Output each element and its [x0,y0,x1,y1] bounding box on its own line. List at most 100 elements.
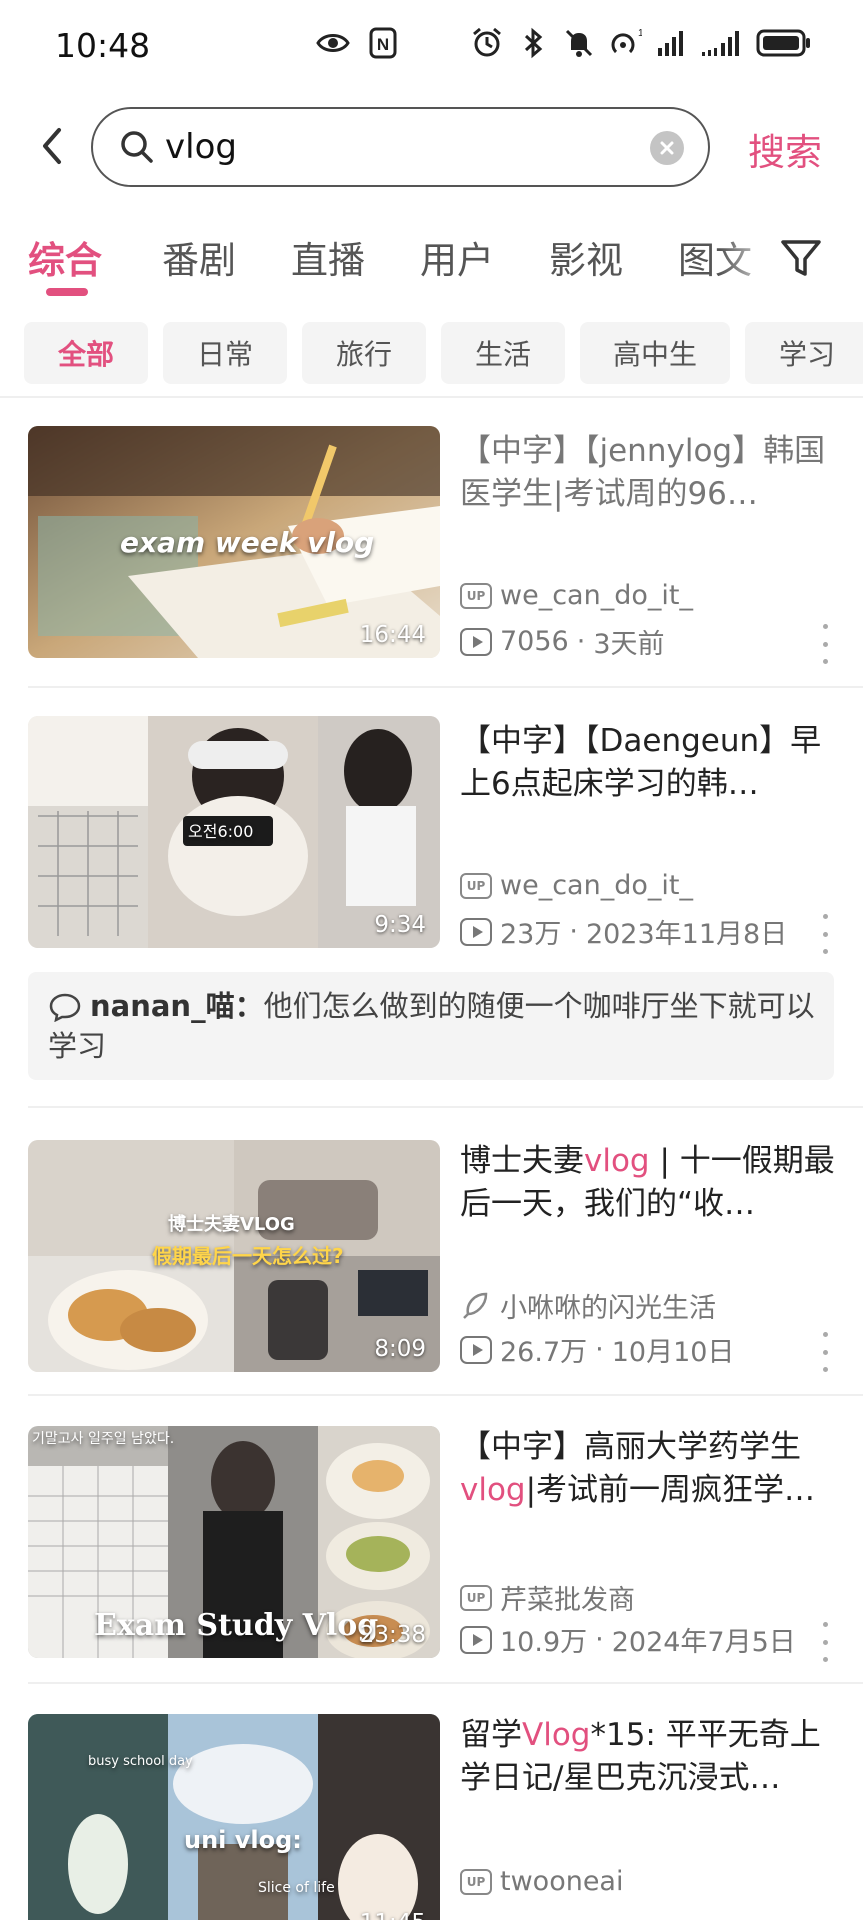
more-options-button[interactable] [818,914,832,954]
author-name: we_can_do_it_ [500,580,693,611]
video-title[interactable]: 博士夫妻vlog | 十一假期最后一天，我们的“收… [460,1140,840,1226]
video-author[interactable]: UP we_can_do_it_ [460,870,693,901]
card-divider [28,1106,863,1108]
title-highlight: Vlog [522,1717,591,1753]
video-stats: 7056 · 3天前 [460,622,665,661]
video-duration: 9:34 [374,912,426,938]
view-count: 23万 [500,919,562,950]
uploader-icon: UP [460,1868,492,1895]
title-prefix: 【中字】高丽大学药学生 [460,1429,801,1465]
view-count: 26.7万 [500,1337,588,1368]
svg-text:1: 1 [638,28,642,39]
thumbnail-caption: 博士夫妻VLOG [168,1214,295,1235]
play-count-icon [460,1335,492,1364]
chip-high-school[interactable]: 高中生 [580,322,730,384]
battery-icon [756,26,812,60]
hot-comment[interactable]: nanan_喵：他们怎么做到的随便一个咖啡厅坐下就可以学习 [28,972,834,1080]
title-prefix: 留学 [460,1717,522,1753]
author-name: twooneai [500,1866,624,1897]
comment-icon [49,993,81,1022]
sub-filter-chips: 全部 日常 旅行 生活 高中生 学习 [0,322,863,384]
chip-all[interactable]: 全部 [24,322,148,384]
tab-movies[interactable]: 影视 [549,230,623,284]
filter-icon[interactable] [778,234,824,280]
title-suffix: |考试前一周疯狂学… [525,1472,816,1508]
more-options-button[interactable] [818,624,832,664]
video-author[interactable]: UP twooneai [460,1866,623,1897]
separator-dot: · [569,916,578,947]
eye-icon [316,26,350,60]
more-options-button[interactable] [818,1622,832,1662]
nfc-icon: N [366,26,400,60]
video-stats: 10.9万 · 2024年7月5日 [460,1620,796,1659]
status-bar: 10:48 N 1 [0,0,863,92]
video-thumbnail[interactable]: exam week vlog 16:44 [28,426,440,658]
view-count: 10.9万 [500,1627,588,1658]
video-stats: 23万 · 2023年11月8日 [460,912,787,951]
title-highlight: vlog [584,1143,650,1179]
video-title[interactable]: 【中字】【Daengeun】早上6点起床学习的韩… [460,720,840,806]
thumbnail-caption: uni vlog: [184,1826,302,1854]
play-count-icon [460,1625,492,1654]
video-thumbnail[interactable]: 博士夫妻VLOG 假期最后一天怎么过? 8:09 [28,1140,440,1372]
clear-search-button[interactable] [650,131,684,165]
video-duration: 8:09 [374,1336,426,1362]
tab-live[interactable]: 直播 [291,230,365,284]
publish-time: 10月10日 [611,1337,735,1368]
video-title[interactable]: 留学Vlog*15: 平平无奇上学日记/星巴克沉浸式… [460,1714,840,1800]
video-thumbnail[interactable]: busy school day uni vlog: Slice of life … [28,1714,440,1920]
chip-daily[interactable]: 日常 [163,322,287,384]
search-input[interactable]: vlog [91,107,710,187]
publish-time: 2023年11月8日 [585,919,788,950]
title-highlight: vlog [460,1472,526,1508]
hotspot-icon: 1 [608,26,642,60]
thumbnail-top-caption: 기말고사 일주일 남았다. [32,1431,175,1447]
video-title[interactable]: 【中字】高丽大学药学生 vlog|考试前一周疯狂学… [460,1426,840,1512]
video-thumbnail[interactable]: 오전6:00 9:34 [28,716,440,948]
thumbnail-subcaption: Slice of life [258,1880,335,1896]
title-prefix: 博士夫妻 [460,1143,584,1179]
author-name: we_can_do_it_ [500,870,693,901]
chip-travel[interactable]: 旅行 [302,322,426,384]
card-divider [28,1682,863,1684]
rocket-icon [463,1292,488,1319]
comment-username: nanan_喵： [90,989,264,1023]
uploader-icon: UP [460,1584,492,1611]
video-author[interactable]: UP we_can_do_it_ [460,580,693,611]
separator-dot: · [576,626,586,657]
uploader-icon: UP [460,872,492,899]
search-button[interactable]: 搜索 [748,122,822,176]
bluetooth-icon [516,26,550,60]
author-name: 小咻咻的闪光生活 [500,1293,716,1324]
thumbnail-image [28,1714,440,1920]
search-icon [121,131,153,163]
category-tabs: 综合 番剧 直播 用户 影视 图文 [0,222,863,302]
signal-icon [654,26,688,60]
video-duration: 23:38 [359,1622,426,1648]
video-author[interactable]: 小咻咻的闪光生活 [460,1286,716,1325]
video-title[interactable]: 【中字】【jennylog】韩国医学生|考试周的96… [460,430,840,516]
mute-icon [562,26,596,60]
publish-time: 2024年7月5日 [611,1627,796,1658]
uploader-icon: UP [460,582,492,609]
tab-comprehensive[interactable]: 综合 [28,230,102,284]
tab-fade [720,222,780,292]
card-divider [28,686,863,688]
search-row: vlog 搜索 [0,104,863,188]
alarm-icon [470,26,504,60]
back-arrow-icon [43,128,61,164]
video-author[interactable]: UP 芹菜批发商 [460,1578,635,1617]
chip-life[interactable]: 生活 [441,322,565,384]
status-time: 10:48 [55,26,151,65]
chip-study[interactable]: 学习 [745,322,863,384]
comment-text-block: nanan_喵：他们怎么做到的随便一个咖啡厅坐下就可以学习 [48,986,828,1066]
back-button[interactable] [30,122,74,170]
tab-anime[interactable]: 番剧 [162,230,236,284]
tab-users[interactable]: 用户 [420,230,494,284]
active-tab-indicator [46,288,88,296]
more-options-button[interactable] [818,1332,832,1372]
video-stats: 26.7万 · 10月10日 [460,1330,734,1369]
svg-text:N: N [377,35,389,54]
video-thumbnail[interactable]: 기말고사 일주일 남았다. Exam Study Vlog 23:38 [28,1426,440,1658]
search-query: vlog [165,127,237,167]
